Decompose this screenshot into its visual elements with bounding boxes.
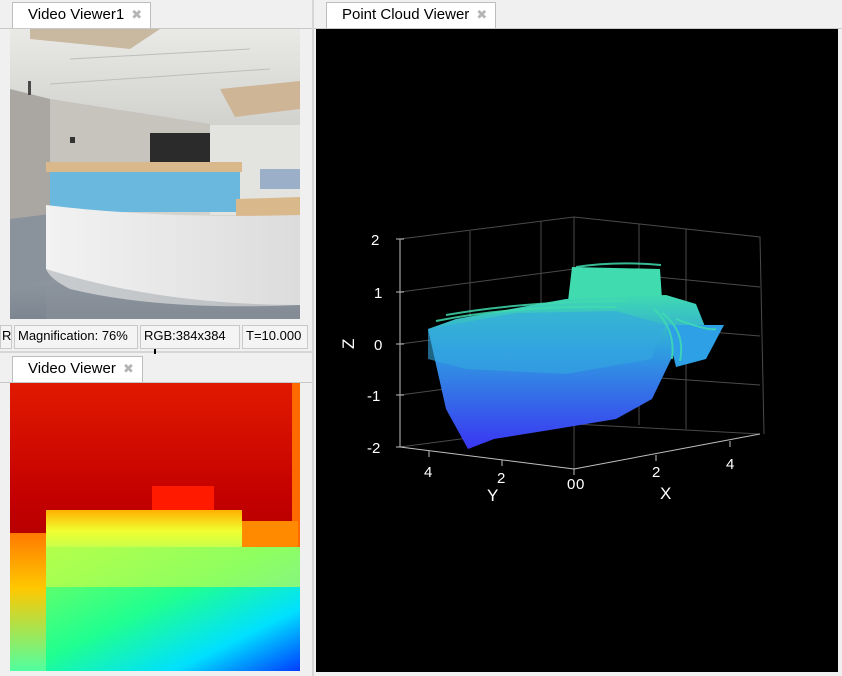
tab-video-viewer1-label: Video Viewer1 — [28, 6, 125, 23]
video-viewer1-statusbar: R Magnification: 76% RGB:384x384 T=10.00… — [0, 325, 312, 349]
video-viewer1-tabbar: Video Viewer1 ✖ — [0, 0, 312, 29]
depth-video-frame[interactable] — [10, 383, 300, 671]
status-cut-label: R — [0, 325, 12, 349]
splitter-grip[interactable] — [154, 349, 156, 354]
z-tick-label: 2 — [371, 232, 379, 249]
point-cloud-canvas[interactable]: 2 1 0 -1 -2 4 2 0 0 2 4 Z Y X — [316, 29, 838, 672]
tab-video-viewer[interactable]: Video Viewer ✖ — [12, 356, 143, 382]
depth-map-image — [10, 383, 300, 671]
point-cloud-axes: 2 1 0 -1 -2 4 2 0 0 2 4 Z Y X — [339, 216, 765, 505]
x-tick-label: 2 — [652, 464, 660, 481]
panel-splitter-vertical[interactable] — [312, 0, 314, 676]
video-viewer-panel: Video Viewer ✖ — [0, 354, 312, 676]
tab-point-cloud-viewer[interactable]: Point Cloud Viewer ✖ — [326, 2, 497, 28]
point-cloud-shape — [428, 262, 724, 449]
y-tick-label: 4 — [424, 464, 432, 481]
point-cloud-tabbar: Point Cloud Viewer ✖ — [314, 0, 842, 29]
point-cloud-viewer-panel: Point Cloud Viewer ✖ 2 1 0 -1 -2 4 2 0 0… — [314, 0, 842, 676]
z-tick-label: 1 — [374, 285, 382, 302]
tab-video-viewer-label: Video Viewer — [28, 360, 116, 377]
tab-point-cloud-viewer-label: Point Cloud Viewer — [342, 6, 470, 23]
tab-video-viewer1[interactable]: Video Viewer1 ✖ — [12, 2, 152, 28]
video-viewer-tabbar: Video Viewer ✖ — [0, 354, 312, 383]
x-tick-label: 0 — [576, 476, 584, 493]
close-icon[interactable]: ✖ — [123, 357, 134, 381]
y-tick-label: 2 — [497, 470, 505, 487]
video-viewer1-panel: Video Viewer1 ✖ R Magnification: 76% RGB… — [0, 0, 312, 352]
panel-splitter-horizontal[interactable] — [0, 351, 312, 353]
rgb-video-frame[interactable] — [10, 29, 300, 319]
x-tick-label: 4 — [726, 456, 734, 473]
y-axis-label: Y — [487, 486, 498, 505]
z-axis-label: Z — [339, 339, 358, 349]
z-tick-label: 0 — [374, 337, 382, 354]
close-icon[interactable]: ✖ — [476, 3, 487, 27]
close-icon[interactable]: ✖ — [131, 3, 142, 27]
z-tick-label: -2 — [367, 440, 380, 457]
y-tick-label: 0 — [567, 476, 575, 493]
status-magnification: Magnification: 76% — [14, 325, 138, 349]
status-dimensions: RGB:384x384 — [140, 325, 240, 349]
rgb-scene-image — [10, 29, 300, 319]
status-time: T=10.000 — [242, 325, 308, 349]
z-tick-label: -1 — [367, 388, 380, 405]
x-axis-label: X — [660, 484, 671, 503]
